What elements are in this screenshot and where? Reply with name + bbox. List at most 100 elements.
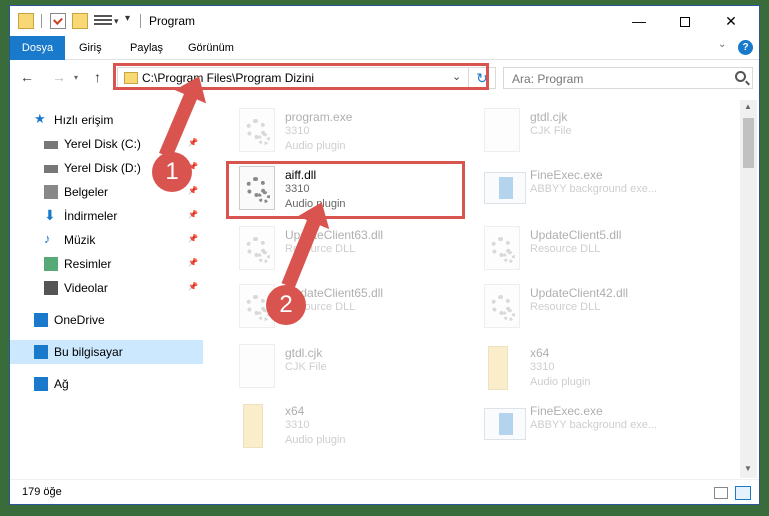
file-highlight [226, 161, 465, 219]
sidebar-item[interactable]: ♪ Müzik 📌 [10, 228, 203, 252]
file-item[interactable]: UpdateClient42.dll Resource DLL [480, 282, 720, 338]
file-item[interactable]: x64 3310 Audio plugin [480, 342, 720, 398]
file-item[interactable]: x64 3310 Audio plugin [235, 400, 475, 456]
chevron-down-icon[interactable]: ▾ [74, 73, 78, 82]
star-icon: ★ [34, 111, 46, 126]
tab-share[interactable]: Paylaş [118, 36, 175, 60]
drive-icon [44, 141, 58, 149]
chevron-down-icon[interactable]: ▾ [114, 16, 119, 27]
sidebar-item[interactable]: Videolar 📌 [10, 276, 203, 300]
file-detail: ABBYY background exe... [530, 183, 657, 195]
scrollbar-thumb[interactable] [743, 118, 754, 168]
file-description: Audio plugin [285, 140, 346, 152]
sidebar-item[interactable]: Ağ [10, 372, 203, 396]
application-icon [484, 172, 526, 204]
file-name: x64 [285, 404, 305, 418]
folder-icon [243, 404, 263, 448]
address-highlight [113, 63, 489, 90]
gear-file-icon [484, 226, 520, 270]
sidebar-item-label: Ağ [54, 377, 69, 391]
file-detail: 3310 [530, 361, 555, 373]
forward-arrow-icon[interactable]: → [52, 69, 66, 85]
ribbon-tabs: Dosya Giriş Paylaş Görünüm ⌄ ? [10, 36, 759, 60]
large-icons-view-icon[interactable] [735, 486, 751, 500]
file-item[interactable]: gtdl.cjk CJK File [235, 342, 475, 398]
search-icon [735, 71, 746, 82]
scroll-up-icon[interactable]: ▲ [744, 102, 752, 111]
music-icon: ♪ [44, 231, 51, 246]
help-button[interactable]: ? [738, 40, 753, 55]
search-input[interactable]: Ara: Program [503, 67, 753, 89]
drive-icon [44, 165, 58, 173]
file-item[interactable]: program.exe 3310 Audio plugin [235, 106, 475, 162]
back-arrow-icon[interactable]: ← [20, 69, 34, 85]
pin-icon: 📌 [188, 234, 198, 243]
file-name: program.exe [285, 110, 353, 124]
file-name: FineExec.exe [530, 404, 603, 418]
sidebar-item[interactable]: Resimler 📌 [10, 252, 203, 276]
cloud-icon [34, 313, 48, 327]
file-item[interactable]: gtdl.cjk CJK File [480, 106, 720, 162]
sidebar-item-label: Videolar [64, 281, 108, 295]
view-icon[interactable] [94, 13, 112, 29]
customize-toolbar-icon[interactable]: ▾ [125, 13, 130, 24]
sidebar-item-label: Hızlı erişim [54, 113, 114, 127]
divider [140, 14, 141, 28]
file-detail: CJK File [530, 125, 572, 137]
pin-icon: 📌 [188, 138, 198, 147]
file-detail: Resource DLL [530, 301, 601, 313]
folder-icon [488, 346, 508, 390]
application-icon [484, 408, 526, 440]
file-name: UpdateClient5.dll [530, 228, 622, 242]
details-view-icon[interactable] [714, 487, 728, 499]
tab-view[interactable]: Görünüm [176, 36, 246, 60]
window-title: Program [149, 14, 196, 28]
file-item[interactable]: FineExec.exe ABBYY background exe... [480, 400, 720, 456]
close-button[interactable]: ✕ [708, 6, 754, 36]
file-item[interactable]: UpdateClient63.dll Resource DLL [235, 224, 475, 280]
sidebar-item[interactable]: OneDrive [10, 308, 203, 332]
videos-icon [44, 281, 58, 295]
pin-icon: 📌 [188, 258, 198, 267]
network-icon [34, 377, 48, 391]
sidebar-item-label: Yerel Disk (D:) [64, 161, 141, 175]
tab-home[interactable]: Giriş [67, 36, 114, 60]
sidebar-item-label: Bu bilgisayar [54, 345, 123, 359]
chevron-down-icon[interactable]: ⌄ [718, 39, 726, 50]
gear-file-icon [239, 108, 275, 152]
sidebar-item[interactable]: Bu bilgisayar [10, 340, 203, 364]
file-detail: Resource DLL [530, 243, 601, 255]
blank-file-icon [239, 344, 275, 388]
file-item[interactable]: FineExec.exe ABBYY background exe... [480, 164, 720, 220]
sidebar-item[interactable]: ⬇ İndirmeler 📌 [10, 204, 203, 228]
pin-icon: 📌 [188, 210, 198, 219]
status-bar: 179 öğe [10, 479, 759, 504]
file-detail: 3310 [285, 125, 310, 137]
item-count: 179 öğe [22, 486, 62, 498]
pictures-icon [44, 257, 58, 271]
new-folder-icon[interactable] [72, 13, 88, 29]
file-name: x64 [530, 346, 550, 360]
vertical-scrollbar[interactable]: ▲ ▼ [740, 100, 757, 478]
download-icon: ⬇ [44, 207, 56, 223]
sidebar-item-label: Yerel Disk (C:) [64, 137, 141, 151]
file-name: UpdateClient42.dll [530, 286, 629, 300]
title-bar: ▾ ▾ Program — ✕ [10, 6, 759, 36]
documents-icon [44, 185, 58, 199]
file-description: Audio plugin [530, 376, 591, 388]
scroll-down-icon[interactable]: ▼ [744, 464, 752, 473]
sidebar-item-label: Resimler [64, 257, 112, 271]
blank-file-icon [484, 108, 520, 152]
up-arrow-icon[interactable]: ↑ [94, 69, 101, 85]
properties-icon[interactable] [50, 13, 66, 29]
computer-icon [34, 345, 48, 359]
tab-file[interactable]: Dosya [10, 36, 65, 60]
file-detail: CJK File [285, 361, 327, 373]
pin-icon: 📌 [188, 282, 198, 291]
minimize-button[interactable]: — [616, 6, 662, 36]
file-item[interactable]: UpdateClient5.dll Resource DLL [480, 224, 720, 280]
step-badge-2: 2 [266, 285, 306, 325]
sidebar-item-label: İndirmeler [64, 209, 118, 223]
sidebar-item-label: OneDrive [54, 313, 105, 327]
maximize-button[interactable] [662, 6, 708, 36]
